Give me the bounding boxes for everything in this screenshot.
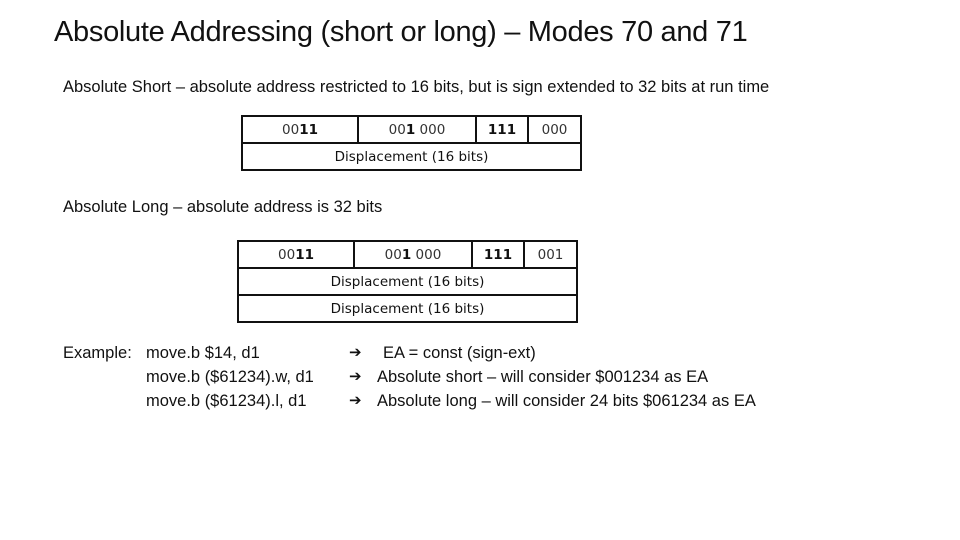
absolute-long-format-table: 0011 001 000 111 001 Displacement (16 bi…	[237, 240, 578, 323]
opcode-bits-bold: 11	[295, 246, 314, 263]
register-field: 000	[527, 115, 582, 144]
mode-field: 111	[471, 240, 525, 269]
opcode-bits-bold: 11	[299, 121, 318, 138]
opcode-row: 0011 001 000 111 000	[241, 115, 582, 144]
example-result: Absolute short – will consider $001234 a…	[377, 368, 709, 386]
field-bits-normal: 00	[384, 246, 402, 263]
absolute-short-format-table: 0011 001 000 111 000 Displacement (16 bi…	[241, 115, 582, 171]
example-code: move.b ($61234).l, d1	[146, 392, 307, 410]
arrow-right-icon: ➔	[349, 368, 362, 385]
field-bits-normal: 000	[411, 246, 442, 263]
extension-row: Displacement (16 bits)	[237, 294, 578, 323]
example-label: Example:	[63, 344, 132, 362]
opcode-bits-normal: 00	[282, 121, 300, 138]
example-code: move.b ($61234).w, d1	[146, 368, 314, 386]
mode-bits: 111	[487, 121, 517, 138]
opcode-field-0011: 0011	[237, 240, 355, 269]
field-bits-normal: 00	[388, 121, 406, 138]
register-bits: 000	[541, 121, 568, 138]
opcode-field-0011: 0011	[241, 115, 359, 144]
field-bits-bold: 1	[405, 121, 416, 138]
absolute-long-description: Absolute Long – absolute address is 32 b…	[63, 198, 383, 216]
extension-row: Displacement (16 bits)	[237, 267, 578, 296]
arrow-right-icon: ➔	[349, 344, 362, 361]
example-result: Absolute long – will consider 24 bits $0…	[377, 392, 756, 410]
absolute-short-description: Absolute Short – absolute address restri…	[63, 78, 770, 96]
arrow-right-icon: ➔	[349, 392, 362, 409]
example-result: EA = const (sign-ext)	[383, 344, 536, 362]
displacement-cell: Displacement (16 bits)	[241, 142, 582, 171]
mode-field: 111	[475, 115, 529, 144]
extension-row: Displacement (16 bits)	[241, 142, 582, 171]
register-mode-field: 001 000	[353, 240, 473, 269]
register-mode-field: 001 000	[357, 115, 477, 144]
slide-title: Absolute Addressing (short or long) – Mo…	[54, 16, 748, 48]
example-code: move.b $14, d1	[146, 344, 260, 362]
register-field: 001	[523, 240, 578, 269]
field-bits-bold: 1	[401, 246, 412, 263]
displacement-cell: Displacement (16 bits)	[237, 294, 578, 323]
opcode-row: 0011 001 000 111 001	[237, 240, 578, 269]
mode-bits: 111	[483, 246, 513, 263]
register-bits: 001	[537, 246, 564, 263]
opcode-bits-normal: 00	[278, 246, 296, 263]
field-bits-normal: 000	[415, 121, 446, 138]
displacement-cell: Displacement (16 bits)	[237, 267, 578, 296]
